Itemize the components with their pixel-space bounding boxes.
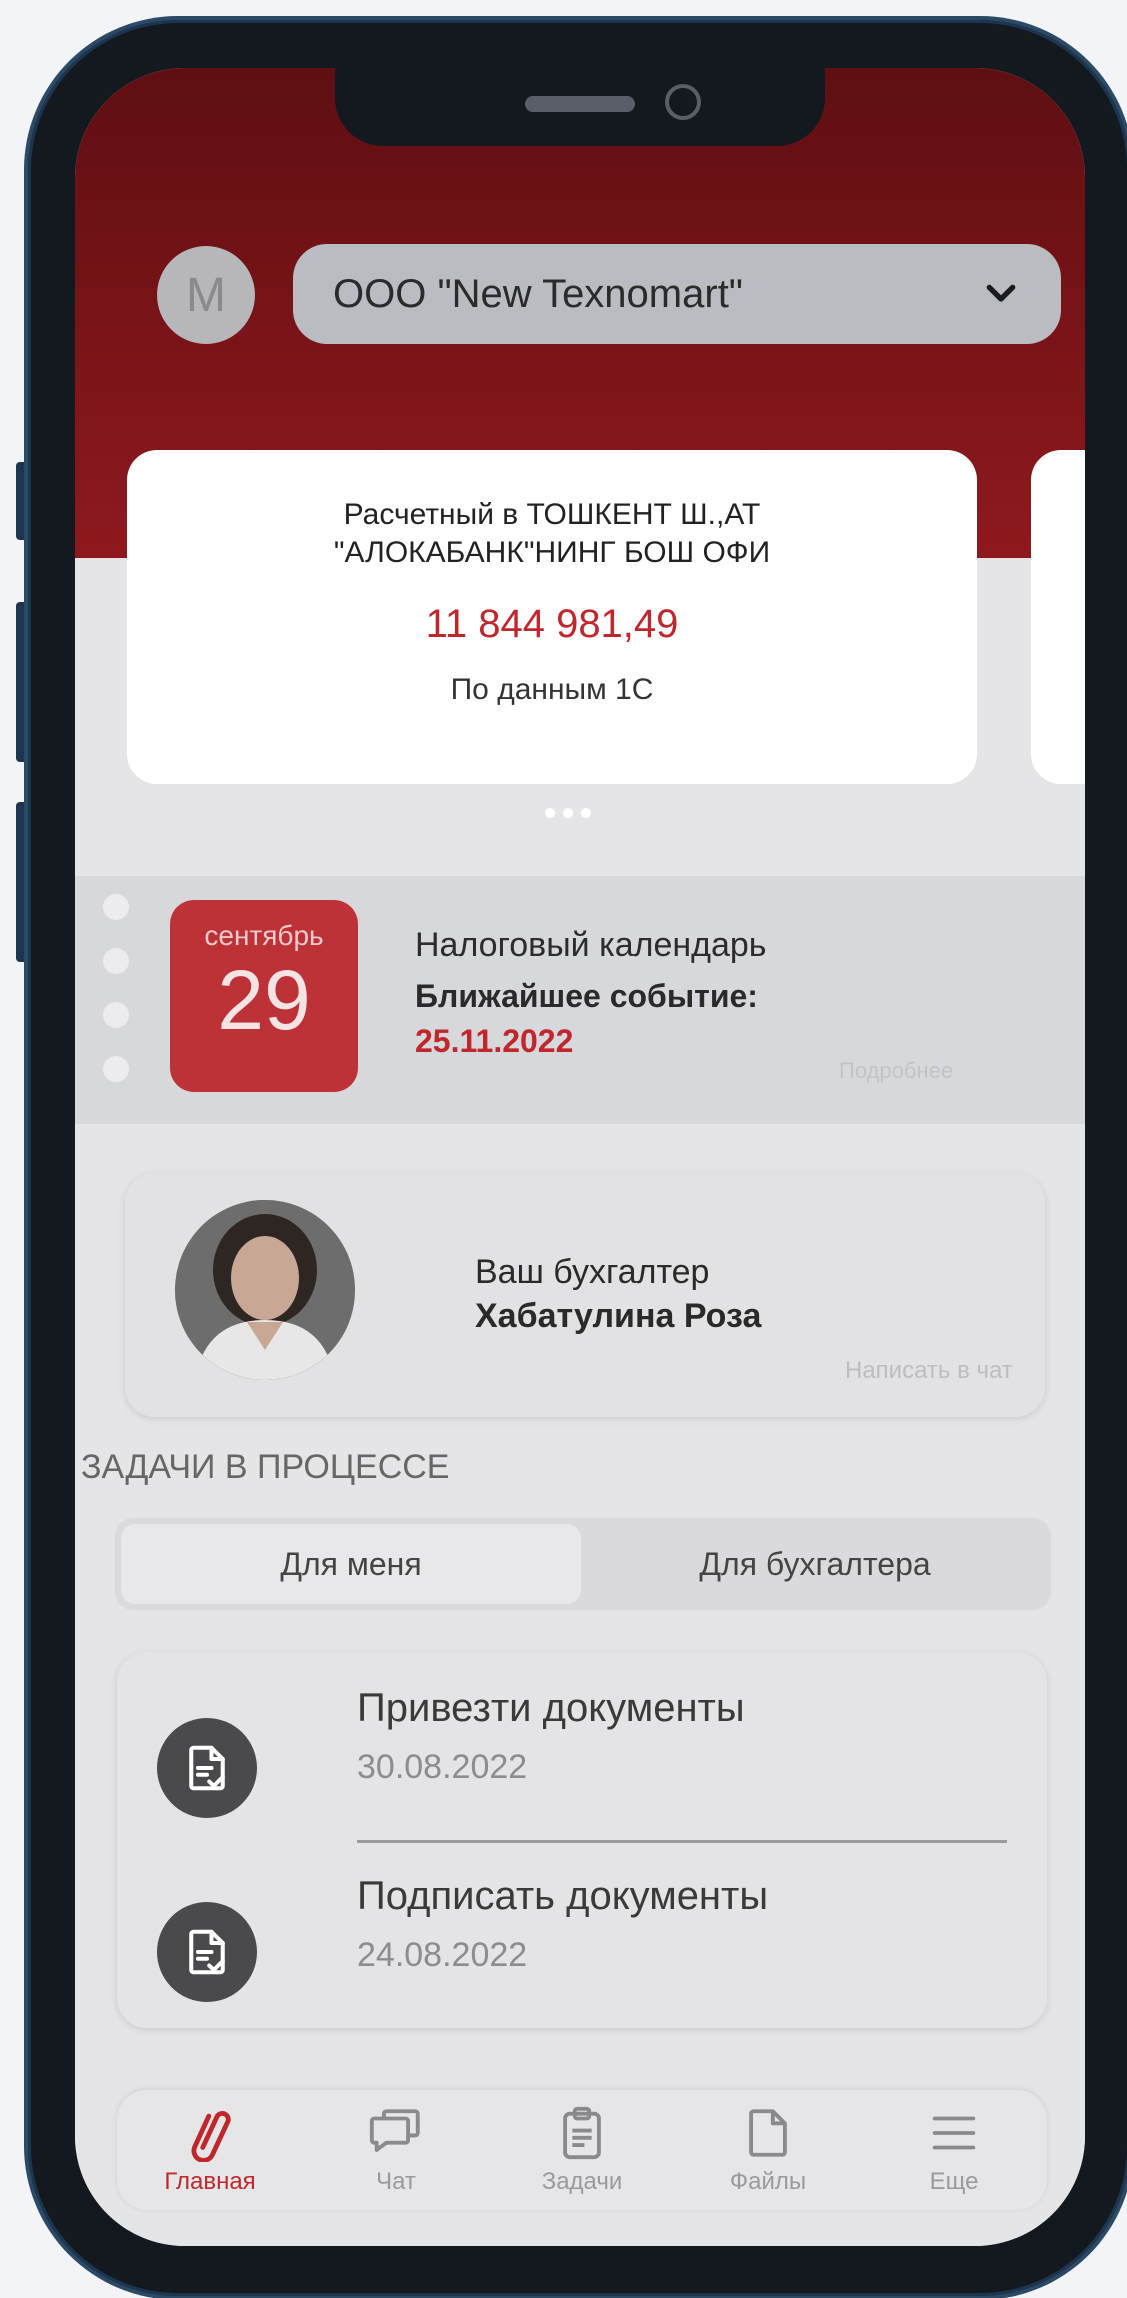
company-select[interactable]: ООО "New Texnomart"	[293, 244, 1061, 344]
avatar-letter: M	[186, 268, 226, 322]
app-screen: M ООО "New Texnomart" Расчетный в ТОШКЕН…	[75, 68, 1085, 2246]
next-account-card[interactable]	[1031, 450, 1085, 784]
bottom-tab-bar: Главная Чат Задачи Файлы Еще	[117, 2090, 1047, 2210]
calendar-ring	[103, 894, 129, 920]
tab-label: Чат	[376, 2168, 416, 2195]
tab-label: Файлы	[729, 2168, 807, 2195]
accountant-card[interactable]: Ваш бухгалтер Хабатулина Роза Написать в…	[125, 1173, 1045, 1417]
next-event-date: 25.11.2022	[415, 1023, 574, 1059]
tax-calendar-more-link[interactable]: Подробнее	[839, 1058, 953, 1084]
document-check-icon	[157, 1902, 257, 2002]
accountant-photo	[175, 1200, 355, 1380]
tab-files[interactable]: Файлы	[693, 2104, 843, 2196]
tab-for-accountant[interactable]: Для бухгалтера	[585, 1524, 1045, 1604]
write-to-chat-link[interactable]: Написать в чат	[845, 1357, 1013, 1385]
account-balance-card[interactable]: Расчетный в ТОШКЕНТ Ш.,АТ "АЛОКАБАНК"НИН…	[127, 450, 977, 784]
calendar-ring	[103, 948, 129, 974]
chevron-down-icon	[986, 284, 1016, 302]
tab-label: Еще	[929, 2168, 979, 2195]
clipboard-icon	[563, 2106, 601, 2160]
menu-icon	[932, 2116, 976, 2150]
tasks-list: Привезти документы 30.08.2022 Подписать …	[117, 1652, 1047, 2028]
calendar-ring	[103, 1056, 129, 1082]
company-name: ООО "New Texnomart"	[333, 271, 743, 316]
task-title[interactable]: Привезти документы	[357, 1686, 745, 1731]
next-event-label: Ближайшее событие:	[415, 978, 758, 1014]
account-amount: 11 844 981,49	[425, 602, 679, 646]
tab-more[interactable]: Еще	[879, 2104, 1029, 2196]
document-check-icon	[157, 1718, 257, 1818]
tab-chat[interactable]: Чат	[321, 2104, 471, 2196]
speaker-icon	[525, 96, 635, 112]
phone-notch	[335, 68, 825, 146]
tax-calendar-title: Налоговый календарь	[415, 926, 767, 964]
tab-label: Задачи	[541, 2168, 623, 2195]
paperclip-icon	[191, 2111, 231, 2162]
chat-icon	[369, 2109, 420, 2152]
calendar-ring	[103, 1002, 129, 1028]
tab-home[interactable]: Главная	[135, 2104, 285, 2196]
carousel-indicator	[545, 808, 591, 818]
calendar-month: сентябрь	[204, 920, 324, 951]
calendar-day: 29	[217, 953, 311, 1047]
file-icon	[749, 2109, 787, 2157]
calendar-date-badge: сентябрь 29	[170, 900, 358, 1092]
accountant-role: Ваш бухгалтер	[475, 1253, 710, 1291]
task-title[interactable]: Подписать документы	[357, 1874, 768, 1919]
task-divider	[357, 1840, 1007, 1843]
tasks-heading: ЗАДАЧИ В ПРОЦЕССЕ	[81, 1448, 450, 1486]
tab-label: Главная	[164, 2168, 256, 2195]
tasks-segmented-control: Для меня Для бухгалтера	[115, 1518, 1051, 1610]
task-date: 30.08.2022	[357, 1748, 528, 1786]
tab-for-me[interactable]: Для меня	[121, 1524, 581, 1604]
avatar[interactable]: M	[157, 246, 255, 344]
accountant-name: Хабатулина Роза	[475, 1297, 762, 1335]
account-source: По данным 1С	[450, 673, 654, 706]
camera-icon	[665, 84, 701, 120]
task-date: 24.08.2022	[357, 1936, 528, 1974]
account-name: Расчетный в ТОШКЕНТ Ш.,АТ "АЛОКАБАНК"НИН…	[333, 498, 771, 569]
tab-tasks[interactable]: Задачи	[507, 2104, 657, 2196]
